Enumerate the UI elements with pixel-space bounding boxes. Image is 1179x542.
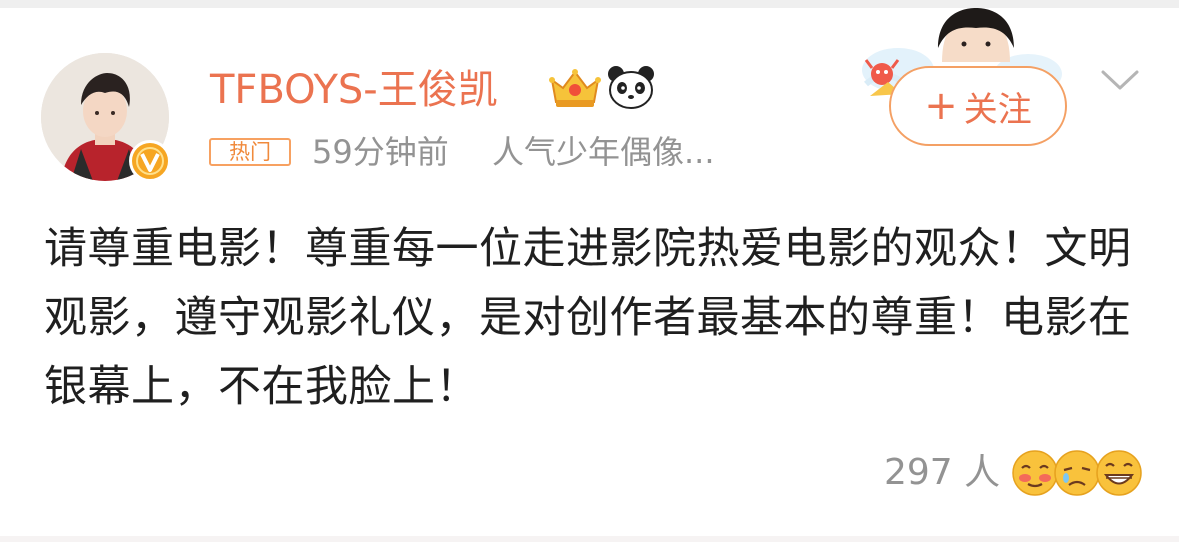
chevron-down-icon[interactable] xyxy=(1100,68,1140,96)
crown-icon[interactable] xyxy=(548,66,602,114)
top-divider xyxy=(0,0,1179,8)
likes-count[interactable]: 297 人 xyxy=(884,448,1000,498)
user-description: 人气少年偶像... xyxy=(492,133,715,171)
plus-icon: + xyxy=(924,83,958,129)
verified-v-badge-icon xyxy=(129,140,171,182)
post-text: 请尊重电影！尊重每一位走进影院热爱电影的观众！文明观影，遵守观影礼仪，是对创作者… xyxy=(44,224,1132,412)
panda-icon[interactable] xyxy=(606,64,656,114)
bottom-divider xyxy=(0,536,1179,542)
post-timestamp: 59分钟前 xyxy=(312,133,449,171)
follow-button[interactable]: + 关注 xyxy=(889,66,1067,146)
hot-tag-badge: 热门 xyxy=(209,138,291,166)
follow-label: 关注 xyxy=(963,89,1032,130)
laugh-emoji-icon xyxy=(1096,450,1142,496)
reaction-icons[interactable] xyxy=(1010,448,1142,498)
username[interactable]: TFBOYS-王俊凯 xyxy=(210,62,498,118)
